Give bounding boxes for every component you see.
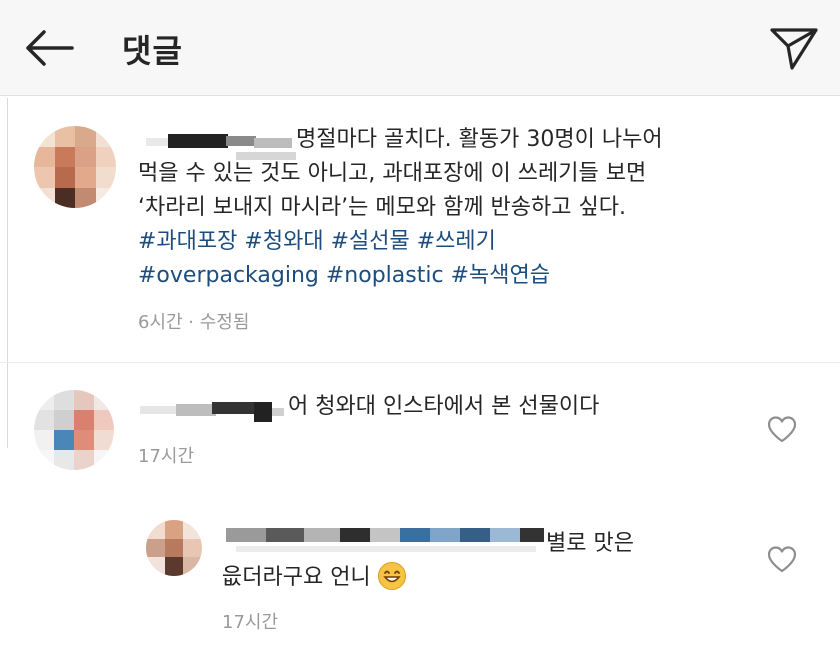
back-button[interactable]: [18, 24, 78, 72]
blurred-username[interactable]: [226, 524, 544, 558]
share-button[interactable]: [766, 22, 822, 74]
hashtag-line: #과대포장 #청와대 #설선물 #쓰레기: [138, 225, 496, 259]
laughing-emoji-icon: [377, 562, 406, 590]
comment-text-line: 읎더라구요 언니: [222, 561, 406, 595]
comment-timestamp: 17시간: [222, 612, 279, 633]
send-icon: [770, 28, 818, 70]
avatar[interactable]: [34, 126, 116, 208]
comment-text-line: 별로 맛은: [546, 531, 634, 556]
comment-timestamp: 17시간: [138, 446, 195, 467]
hashtag-link[interactable]: #과대포장: [138, 229, 237, 254]
comments-screen: 댓글 명절마다 골치다. 활동가 30명이 나누어 먹을 수 있는 것도 아니고…: [0, 0, 840, 672]
blurred-username[interactable]: [146, 130, 296, 160]
hashtag-link[interactable]: #noplastic: [326, 263, 444, 288]
avatar[interactable]: [146, 520, 202, 576]
left-edge-border: [0, 98, 8, 448]
heart-icon[interactable]: [766, 414, 798, 444]
header-bar: 댓글: [0, 0, 840, 96]
page-title: 댓글: [122, 32, 183, 70]
heart-icon[interactable]: [766, 544, 798, 574]
comment-text-line: 명절마다 골치다. 활동가 30명이 나누어: [296, 127, 663, 152]
arrow-left-icon: [26, 30, 74, 66]
avatar[interactable]: [34, 390, 114, 470]
hashtag-link[interactable]: #설선물: [331, 229, 410, 254]
blurred-username[interactable]: [140, 396, 286, 426]
comment-text: 어 청와대 인스타에서 본 선물이다: [288, 394, 600, 419]
comment-text-line: 먹을 수 있는 것도 아니고, 과대포장에 이 쓰레기들 보면: [138, 161, 647, 186]
comment-timestamp: 6시간 · 수정됨: [138, 312, 250, 333]
divider: [0, 362, 840, 363]
comment-text: 읎더라구요 언니: [222, 565, 371, 590]
hashtag-link[interactable]: #청와대: [244, 229, 323, 254]
hashtag-link[interactable]: #녹색연습: [451, 263, 550, 288]
hashtag-link[interactable]: #쓰레기: [417, 229, 496, 254]
hashtag-link[interactable]: #overpackaging: [138, 263, 319, 288]
comment-text-line: ‘차라리 보내지 마시라’는 메모와 함께 반송하고 싶다.: [138, 195, 626, 220]
hashtag-line: #overpackaging #noplastic #녹색연습: [138, 259, 550, 293]
